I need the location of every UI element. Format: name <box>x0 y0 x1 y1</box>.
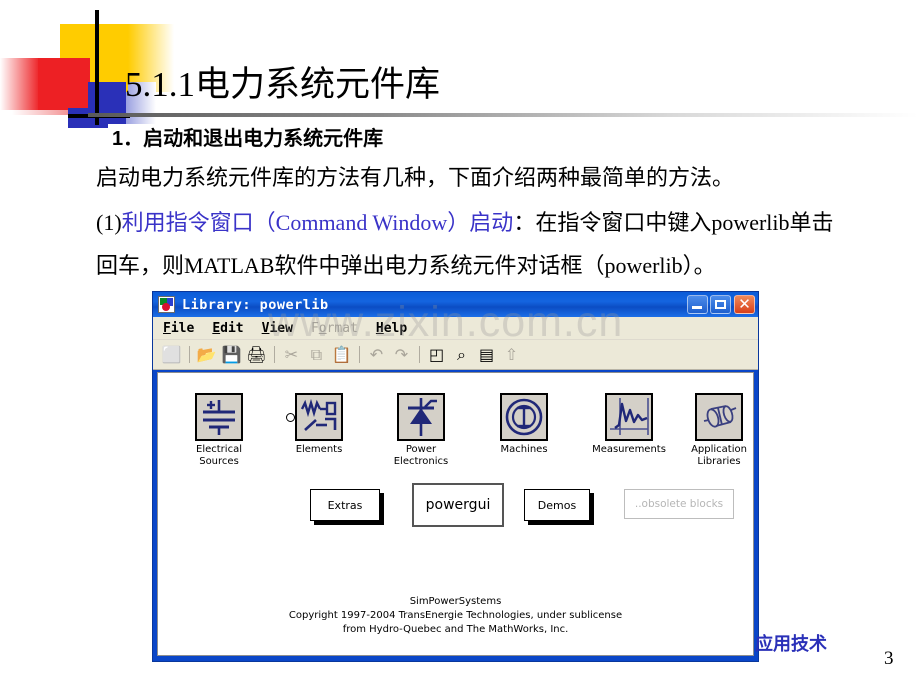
menu-item-view[interactable]: View <box>262 321 293 336</box>
library-block-label: Application Libraries <box>691 444 747 467</box>
save-icon[interactable]: 💾 <box>221 344 242 365</box>
body-paragraph-3: 回车，则MATLAB软件中弹出电力系统元件对话框（powerlib）。 <box>96 253 716 278</box>
title-divider <box>88 113 918 117</box>
library-block-electrical-sources[interactable]: Electrical Sources <box>180 393 258 468</box>
tool-bar: ⬜ 📂 💾 🖨 ✂ ⧉ 📋 ↶ ↷ ◰ ⌕ ▤ ⇧ <box>153 340 758 370</box>
new-model-icon[interactable]: ⬜ <box>161 344 182 365</box>
subsystem-obsolete-blocks[interactable]: ..obsolete blocks <box>624 489 734 519</box>
logo-red-fade <box>0 58 40 110</box>
library-block-application-libraries[interactable]: Application Libraries <box>678 393 753 468</box>
body-paragraph-2: (1)利用指令窗口（Command Window）启动：在指令窗口中键入powe… <box>96 205 834 237</box>
library-block-label: Machines <box>500 444 548 455</box>
body-paragraph-1: 启动电力系统元件库的方法有几种，下面介绍两种最简单的方法。 <box>96 165 735 190</box>
toolbar-separator <box>359 346 360 363</box>
print-icon[interactable]: 🖨 <box>246 344 267 365</box>
menu-item-file[interactable]: File <box>163 321 194 336</box>
motor-icon <box>695 393 743 441</box>
menu-bar: File Edit View Format Help <box>153 317 758 340</box>
maximize-button[interactable] <box>710 295 731 314</box>
cut-icon: ✂ <box>284 345 299 364</box>
toolbar-separator <box>189 346 190 363</box>
subsystem-extras[interactable]: Extras <box>310 489 380 521</box>
menu-item-format: Format <box>310 320 358 336</box>
footer-brand: 应用技术 <box>755 634 827 654</box>
library-block-machines[interactable]: Machines <box>483 393 565 456</box>
library-copyright-text: SimPowerSystems Copyright 1997-2004 Tran… <box>288 596 623 635</box>
library-browser-icon[interactable]: ◰ <box>426 344 447 365</box>
rlc-elements-icon <box>286 393 343 441</box>
library-canvas[interactable]: Electrical Sources Elements Power Electr… <box>157 372 754 656</box>
section-heading: 1．启动和退出电力系统元件库 <box>112 128 384 150</box>
subsystem-label: powergui <box>425 497 491 513</box>
logo-red-square <box>38 58 90 110</box>
library-block-power-electronics[interactable]: Power Electronics <box>380 393 462 468</box>
model-explorer-icon[interactable]: ▤ <box>476 344 497 365</box>
library-block-measurements[interactable]: Measurements <box>583 393 675 456</box>
page-title: 5.1.1电力系统元件库 <box>125 65 441 104</box>
minimize-button[interactable] <box>687 295 708 314</box>
toolbar-separator <box>419 346 420 363</box>
subsystem-label: Demos <box>537 498 577 512</box>
scope-waveform-icon <box>605 393 653 441</box>
open-model-icon[interactable]: 📂 <box>196 344 217 365</box>
powerlib-library-window[interactable]: Library: powerlib File Edit View Format Help… <box>152 291 759 662</box>
go-up-icon: ⇧ <box>504 345 519 364</box>
input-port-icon <box>286 413 295 422</box>
simulink-icon <box>158 296 175 313</box>
body-paragraph-2-rest: ：在指令窗口中键入powerlib单击 <box>513 210 834 235</box>
undo-icon: ↶ <box>369 345 384 364</box>
copy-icon: ⧉ <box>310 345 323 364</box>
body-paragraph-2-highlight: 利用指令窗口（Command Window）启动 <box>121 210 514 235</box>
voltage-source-icon <box>195 393 243 441</box>
subsystem-demos[interactable]: Demos <box>524 489 590 521</box>
list-marker: (1) <box>96 210 122 235</box>
library-block-label: Measurements <box>592 444 666 455</box>
close-button[interactable] <box>734 294 755 315</box>
subsystem-label: Extras <box>327 498 363 512</box>
page-number: 3 <box>884 648 894 669</box>
menu-item-help[interactable]: Help <box>376 321 407 336</box>
window-title: Library: powerlib <box>182 296 329 313</box>
subsystem-label: ..obsolete blocks <box>634 498 724 510</box>
logo-vertical-line <box>95 10 99 125</box>
paste-icon: 📋 <box>331 345 352 364</box>
toolbar-separator <box>274 346 275 363</box>
find-icon[interactable]: ⌕ <box>451 344 472 365</box>
redo-icon: ↷ <box>394 345 409 364</box>
machine-icon <box>500 393 548 441</box>
library-block-elements[interactable]: Elements <box>280 393 358 456</box>
menu-item-edit[interactable]: Edit <box>212 321 243 336</box>
thyristor-icon <box>397 393 445 441</box>
window-title-bar[interactable]: Library: powerlib <box>153 292 758 317</box>
library-block-label: Elements <box>295 444 343 455</box>
logo-blue-square-lower <box>68 108 108 128</box>
library-block-label: Power Electronics <box>393 444 449 467</box>
library-block-label: Electrical Sources <box>196 444 242 467</box>
subsystem-powergui[interactable]: powergui <box>412 483 504 527</box>
